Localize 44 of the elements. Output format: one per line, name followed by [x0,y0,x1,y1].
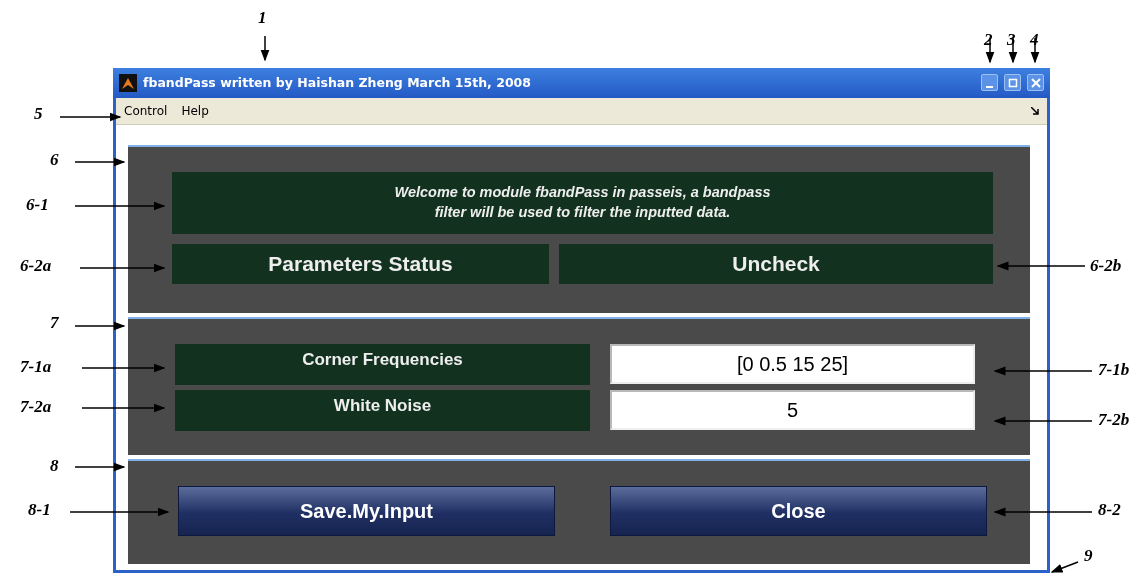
callout-arrow [74,157,126,167]
dock-arrow-icon[interactable] [1031,106,1039,115]
input-field[interactable]: [0 0.5 15 25] [610,344,975,384]
callout-label: 7-2b [1098,410,1130,430]
minimize-button[interactable] [981,74,998,92]
close-button[interactable] [1027,74,1044,92]
window-title: fbandPass written by Haishan Zheng March 15th, 2008 [143,75,532,91]
maximize-icon [1007,77,1018,88]
menu-item[interactable]: Help [181,103,209,118]
callout-label: 2 [984,30,993,50]
callout-arrow [74,321,126,331]
callout-label: 7-1a [20,357,52,377]
callout-label: 6-2a [20,256,52,276]
callout-arrow [260,35,270,62]
action-button[interactable]: Close [610,486,987,536]
close-icon [1030,77,1041,88]
callout-label: 8 [50,456,59,476]
minimize-icon [986,85,993,88]
field-label: Corner Frequencies [175,344,590,385]
callout-label: 6-1 [26,195,49,215]
app-icon [119,73,137,92]
callout-label: 9 [1084,546,1093,566]
status-label: Parameters Status [172,244,549,284]
field-label: White Noise [175,390,590,431]
callout-label: 6 [50,150,59,170]
input-field[interactable]: 5 [610,390,975,430]
callout-label: 8-2 [1098,500,1121,520]
action-button[interactable]: Save.My.Input [178,486,555,536]
callout-label: 3 [1007,30,1016,50]
callout-label: 6-2b [1090,256,1122,276]
callout-label: 8-1 [28,500,51,520]
maximize-button[interactable] [1004,74,1021,92]
callout-label: 1 [258,8,267,28]
callout-arrow [74,462,126,472]
status-value: Uncheck [559,244,993,284]
callout-label: 4 [1030,30,1039,50]
callout-label: 7-2a [20,397,52,417]
welcome-message: Welcome to module fbandPass in passeis, a bandpass filter will be used to filter the inputted data. [172,172,993,234]
menu-item[interactable]: Control [124,103,168,118]
callout-label: 7 [50,313,59,333]
callout-arrow [59,112,122,122]
callout-label: 5 [34,104,43,124]
callout-arrow [1050,561,1079,573]
callout-label: 7-1b [1098,360,1130,380]
